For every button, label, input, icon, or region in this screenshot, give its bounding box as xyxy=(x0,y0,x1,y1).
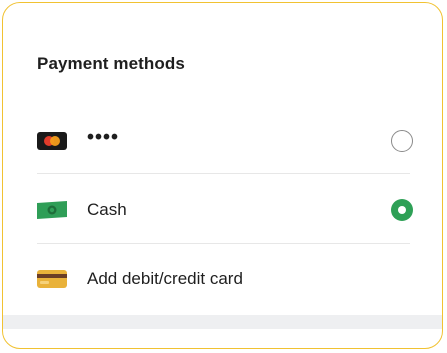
payment-methods-card: Payment methods •••• Cash Add debit/cred… xyxy=(2,2,443,349)
credit-card-icon xyxy=(37,270,67,288)
masked-card-number: •••• xyxy=(87,126,120,149)
section-title: Payment methods xyxy=(37,54,185,73)
payment-method-cash[interactable]: Cash xyxy=(3,175,442,245)
add-card-label: Add debit/credit card xyxy=(87,269,243,288)
add-card-button[interactable]: Add debit/credit card xyxy=(3,244,442,314)
payment-method-mastercard[interactable]: •••• xyxy=(3,106,442,176)
section-separator xyxy=(3,315,442,329)
radio-selected[interactable] xyxy=(391,199,413,221)
cash-icon xyxy=(37,201,67,219)
mastercard-icon xyxy=(37,132,67,150)
radio-unselected[interactable] xyxy=(391,130,413,152)
cash-label: Cash xyxy=(87,200,127,219)
divider xyxy=(37,173,410,174)
